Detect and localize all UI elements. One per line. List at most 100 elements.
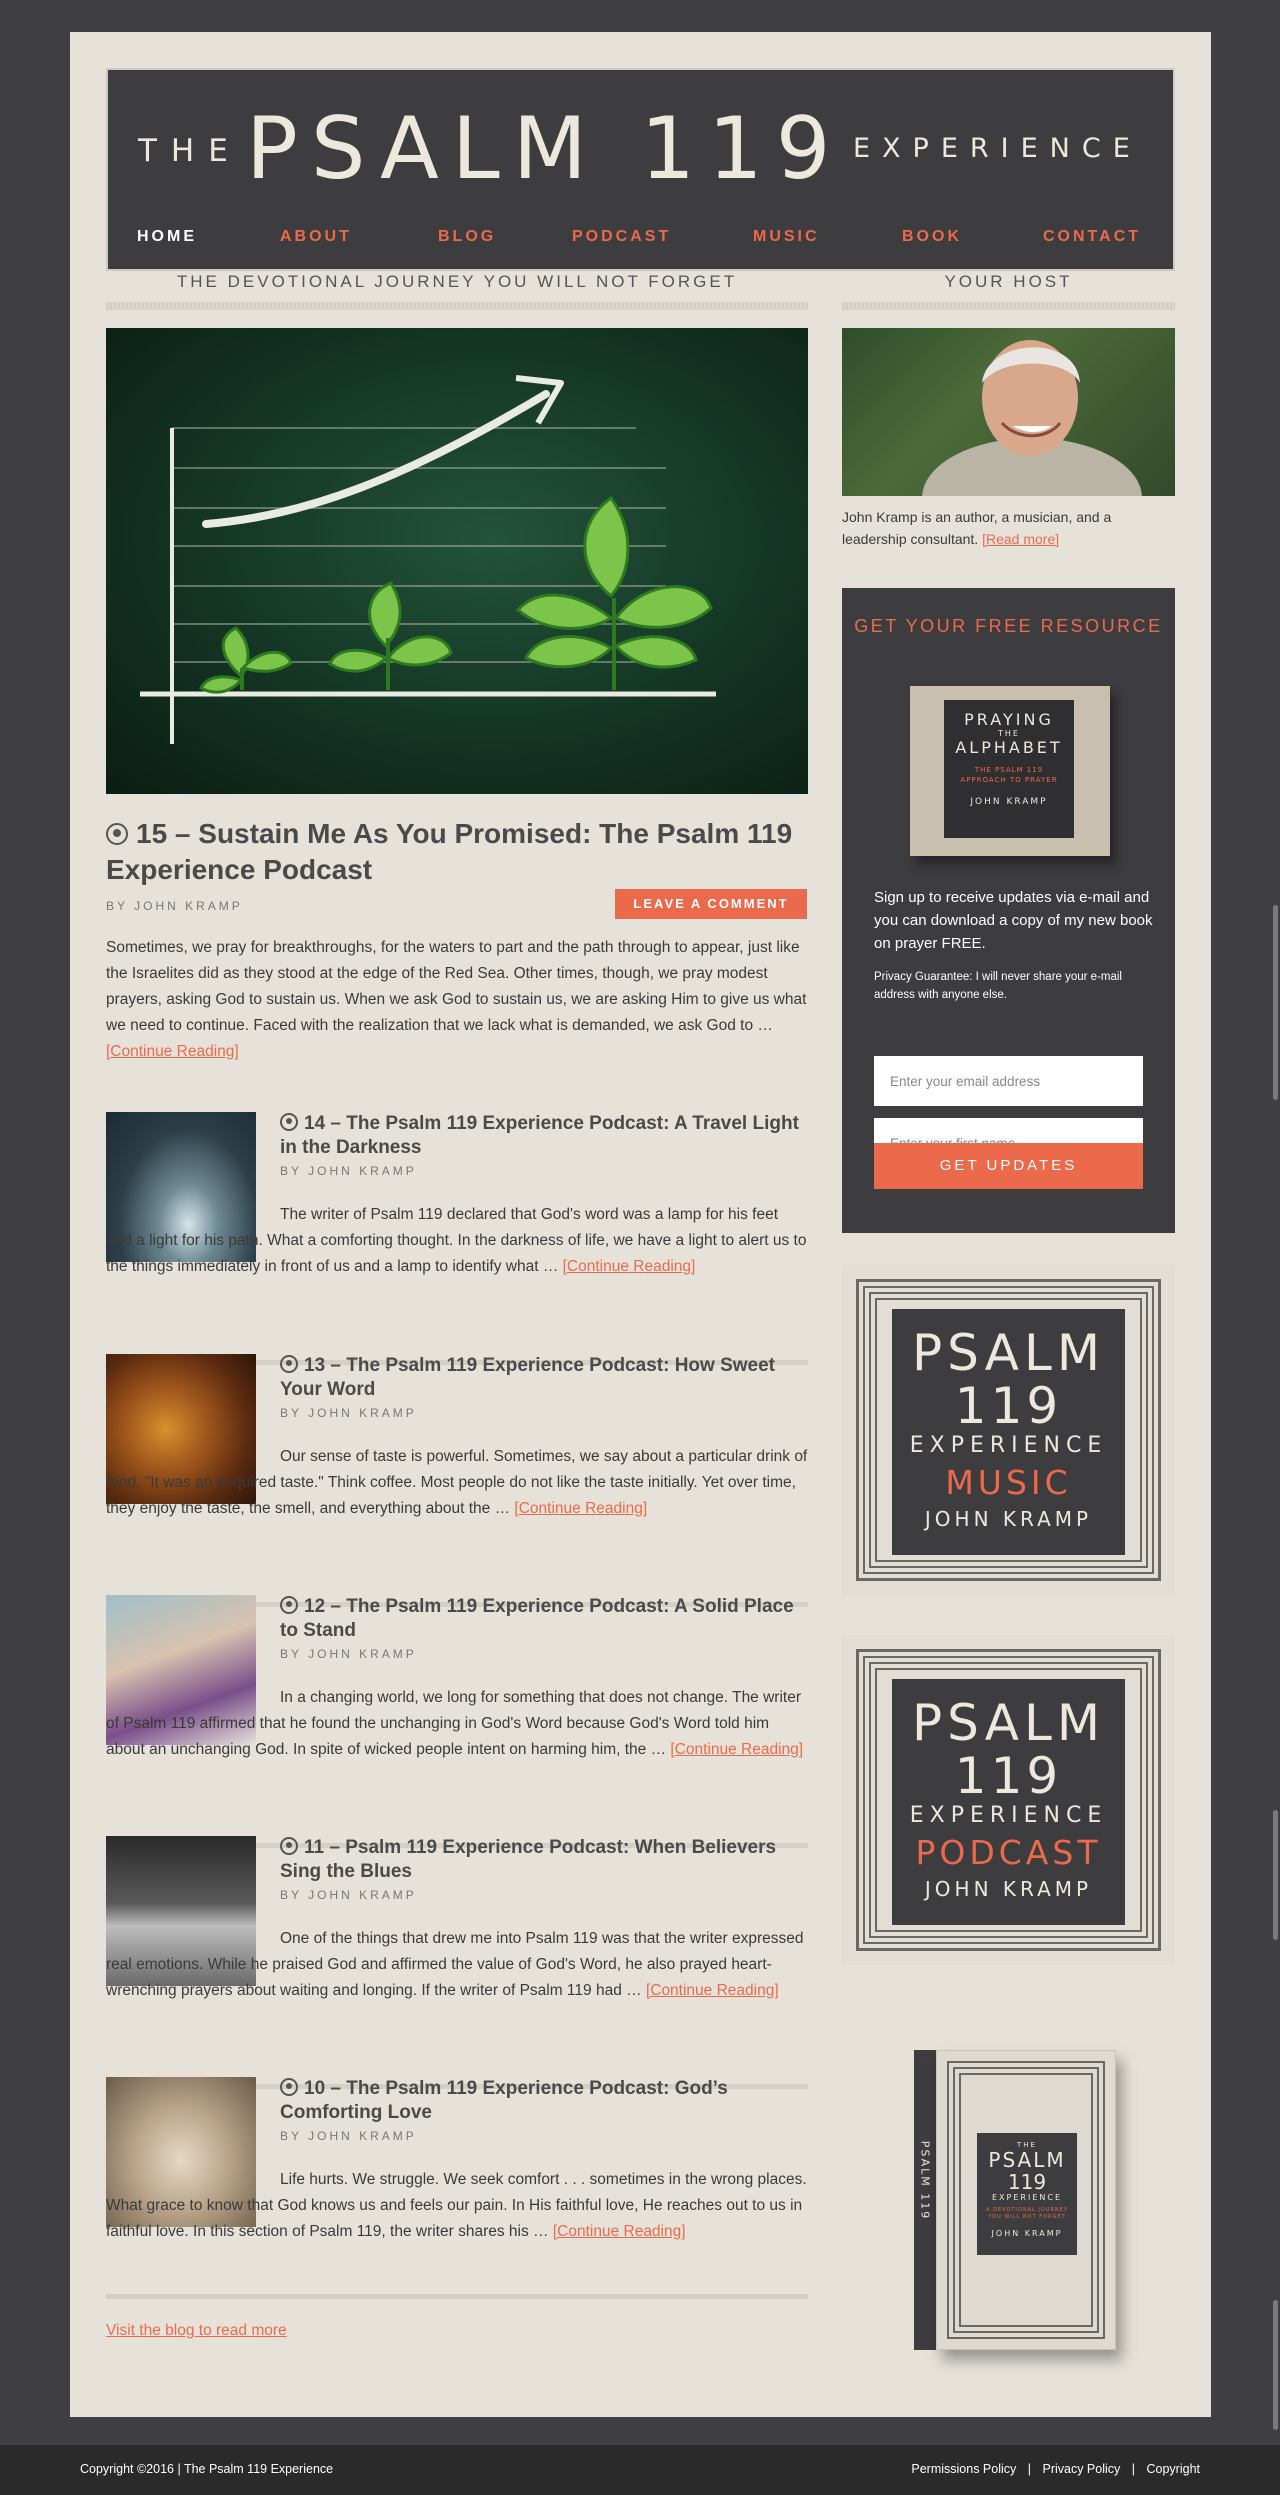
logo-psalm-119: PSALM 119	[246, 99, 844, 199]
post-title[interactable]: 14 – The Psalm 119 Experience Podcast: A…	[280, 1112, 808, 1160]
book-front: THE PSALM 119 EXPERIENCE A DEVOTIONAL JO…	[936, 2050, 1116, 2350]
post-byline: BY JOHN KRAMP	[280, 1164, 417, 1178]
promo-music: MUSIC	[945, 1463, 1072, 1502]
footer-separator: |	[1131, 2462, 1136, 2476]
post-byline: BY JOHN KRAMP	[280, 1647, 417, 1661]
post-title[interactable]: 12 – The Psalm 119 Experience Podcast: A…	[280, 1595, 808, 1643]
sidebar-heading: YOUR HOST	[944, 272, 1073, 291]
read-more-link[interactable]: [Read more]	[982, 531, 1059, 547]
logo-the: THE	[138, 133, 242, 169]
feature-excerpt-text: Sometimes, we pray for breakthroughs, fo…	[106, 939, 807, 1034]
host-photo[interactable]	[842, 328, 1175, 496]
footer-links: Permissions Policy | Privacy Policy | Co…	[911, 2462, 1200, 2476]
promo-psalm: PSALM	[911, 1324, 1106, 1382]
logo-experience: EXPERIENCE	[853, 133, 1142, 164]
continue-reading-link[interactable]: [Continue Reading]	[553, 2223, 686, 2240]
promo-panel: PSALM 119 EXPERIENCE PODCAST JOHN KRAMP	[892, 1679, 1125, 1925]
book-spine: PSALM 119	[914, 2050, 936, 2350]
feature-excerpt: Sometimes, we pray for breakthroughs, fo…	[106, 935, 808, 1065]
podcast-icon	[106, 823, 128, 845]
footer-separator: |	[1027, 2462, 1031, 2476]
feature-post-title[interactable]: 15 – Sustain Me As You Promised: The Psa…	[106, 816, 808, 888]
book-front-tagline: A DEVOTIONAL JOURNEY YOU WILL NOT FORGET	[986, 2207, 1068, 2220]
post-excerpt-text: The writer of Psalm 119 declared that Go…	[106, 1206, 807, 1275]
footer-link-copyright[interactable]: Copyright	[1147, 2462, 1201, 2476]
podcast-icon	[280, 1113, 298, 1131]
book-spine-title: PSALM 119	[918, 2140, 932, 2221]
footer-copyright: Copyright ©2016 | The Psalm 119 Experien…	[80, 2462, 334, 2476]
continue-reading-link[interactable]: [Continue Reading]	[514, 1500, 647, 1517]
promo-author: JOHN KRAMP	[924, 1877, 1093, 1901]
post-title[interactable]: 13 – The Psalm 119 Experience Podcast: H…	[280, 1354, 808, 1402]
post-excerpt-text: Our sense of taste is powerful. Sometime…	[106, 1448, 808, 1517]
continue-reading-link[interactable]: [Continue Reading]	[106, 1043, 239, 1060]
nav-about[interactable]: ABOUT	[280, 228, 352, 246]
book-subtitle: THE PSALM 119 APPROACH TO PRAYER	[960, 766, 1058, 784]
nav-contact[interactable]: CONTACT	[1043, 228, 1141, 246]
optin-description: Sign up to receive updates via e-mail an…	[874, 889, 1153, 952]
host-bio-text: John Kramp is an author, a musician, and…	[842, 509, 1112, 547]
post-excerpt: One of the things that drew me into Psal…	[106, 1926, 808, 2004]
promo-experience: EXPERIENCE	[909, 1803, 1108, 1828]
main-nav: HOME ABOUT BLOG PODCAST MUSIC BOOK CONTA…	[108, 228, 1173, 248]
footer-link-permissions[interactable]: Permissions Policy	[911, 2462, 1016, 2476]
main-heading-rule	[106, 302, 808, 310]
nav-blog[interactable]: BLOG	[438, 228, 496, 246]
nav-music[interactable]: MUSIC	[753, 228, 820, 246]
site-header: THE PSALM 119 EXPERIENCE HOME ABOUT BLOG…	[106, 68, 1175, 271]
post-excerpt-text: Life hurts. We struggle. We seek comfort…	[106, 2171, 807, 2240]
feature-title-text: 15 – Sustain Me As You Promised: The Psa…	[106, 818, 793, 885]
feature-byline: BY JOHN KRAMP	[106, 899, 243, 913]
footer-link-privacy[interactable]: Privacy Policy	[1042, 2462, 1120, 2476]
music-promo-banner[interactable]: PSALM 119 EXPERIENCE MUSIC JOHN KRAMP	[842, 1265, 1175, 1595]
podcast-icon	[280, 1837, 298, 1855]
book-line-praying: PRAYING	[964, 710, 1054, 729]
podcast-icon	[280, 1596, 298, 1614]
continue-reading-link[interactable]: [Continue Reading]	[670, 1741, 803, 1758]
praying-alphabet-book-cover: PRAYING THE ALPHABET THE PSALM 119 APPRO…	[910, 686, 1110, 864]
promo-panel: PSALM 119 EXPERIENCE MUSIC JOHN KRAMP	[892, 1309, 1125, 1555]
visit-blog-link[interactable]: Visit the blog to read more	[106, 2322, 287, 2340]
privacy-guarantee: Privacy Guarantee: I will never share yo…	[874, 971, 1122, 1001]
post-item: 12 – The Psalm 119 Experience Podcast: A…	[106, 1595, 808, 1835]
continue-reading-link[interactable]: [Continue Reading]	[646, 1982, 779, 1999]
sidebar-heading-rule	[842, 302, 1175, 310]
post-byline: BY JOHN KRAMP	[280, 2129, 417, 2143]
scrollbar-thumb[interactable]	[1273, 905, 1278, 1100]
book-front-psalm: PSALM	[988, 2148, 1066, 2172]
optin-panel: GET YOUR FREE RESOURCE PRAYING THE ALPHA…	[842, 588, 1175, 1233]
post-title-text: 11 – Psalm 119 Experience Podcast: When …	[280, 1837, 777, 1882]
post-title-text: 13 – The Psalm 119 Experience Podcast: H…	[280, 1355, 775, 1400]
post-title[interactable]: 10 – The Psalm 119 Experience Podcast: G…	[280, 2077, 808, 2125]
book-line-the: THE	[998, 729, 1020, 738]
nav-book[interactable]: BOOK	[902, 228, 962, 246]
book-cover-panel: PRAYING THE ALPHABET THE PSALM 119 APPRO…	[944, 700, 1074, 838]
email-field[interactable]	[874, 1056, 1143, 1106]
nav-home[interactable]: HOME	[137, 228, 197, 246]
host-bio: John Kramp is an author, a musician, and…	[842, 506, 1175, 550]
scrollbar-thumb[interactable]	[1273, 1810, 1278, 1940]
host-portrait	[922, 340, 1142, 496]
optin-title: GET YOUR FREE RESOURCE	[854, 616, 1163, 636]
continue-reading-link[interactable]: [Continue Reading]	[563, 1258, 696, 1275]
psalm-119-book[interactable]: PSALM 119 THE PSALM 119 EXPERIENCE A DEV…	[906, 2050, 1116, 2362]
podcast-promo-banner[interactable]: PSALM 119 EXPERIENCE PODCAST JOHN KRAMP	[842, 1635, 1175, 1965]
nav-podcast[interactable]: PODCAST	[572, 228, 671, 246]
feature-image-chalkboard-growth[interactable]	[106, 328, 808, 794]
promo-experience: EXPERIENCE	[909, 1433, 1108, 1458]
chalk-chart-illustration	[140, 375, 716, 744]
podcast-icon	[280, 2078, 298, 2096]
post-excerpt: The writer of Psalm 119 declared that Go…	[106, 1202, 808, 1280]
post-item: 11 – Psalm 119 Experience Podcast: When …	[106, 1836, 808, 2076]
post-excerpt: Our sense of taste is powerful. Sometime…	[106, 1444, 808, 1522]
scrollbar-thumb[interactable]	[1273, 2300, 1278, 2430]
get-updates-button[interactable]: GET UPDATES	[874, 1143, 1143, 1189]
leave-comment-button[interactable]: LEAVE A COMMENT	[615, 889, 807, 919]
post-item: 14 – The Psalm 119 Experience Podcast: A…	[106, 1112, 808, 1352]
site-logo[interactable]: THE PSALM 119 EXPERIENCE	[108, 106, 1173, 197]
post-item: 13 – The Psalm 119 Experience Podcast: H…	[106, 1354, 808, 1594]
post-title[interactable]: 11 – Psalm 119 Experience Podcast: When …	[280, 1836, 808, 1884]
post-byline: BY JOHN KRAMP	[280, 1888, 417, 1902]
book-author: JOHN KRAMP	[970, 797, 1048, 807]
promo-podcast: PODCAST	[915, 1833, 1102, 1872]
